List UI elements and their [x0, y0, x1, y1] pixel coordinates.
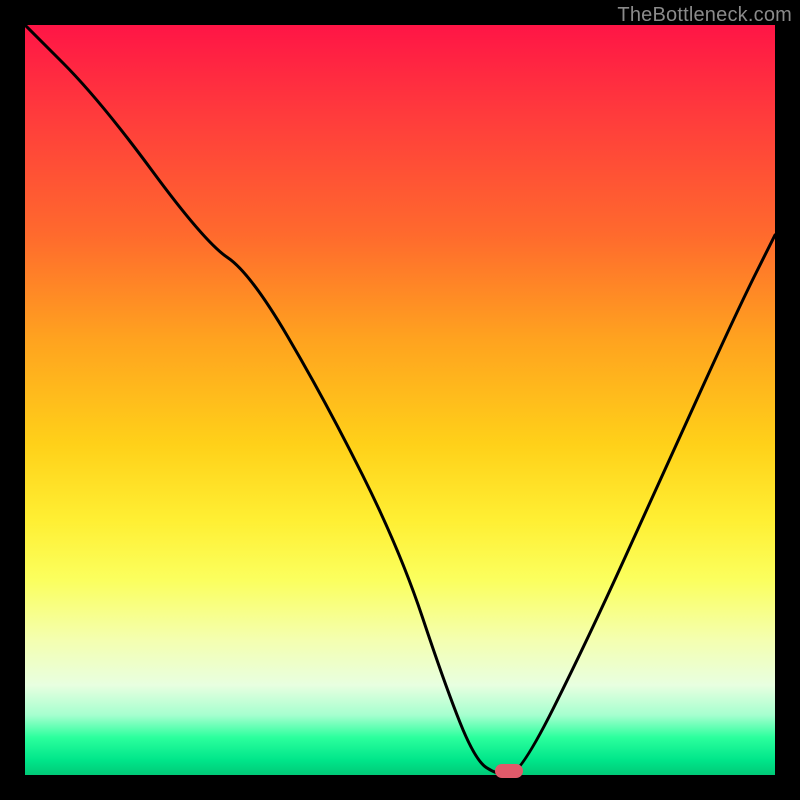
curve-path	[25, 25, 775, 775]
bottleneck-curve	[25, 25, 775, 775]
optimal-marker	[495, 764, 523, 778]
plot-area	[25, 25, 775, 775]
chart-frame: TheBottleneck.com	[0, 0, 800, 800]
watermark-text: TheBottleneck.com	[617, 4, 792, 27]
